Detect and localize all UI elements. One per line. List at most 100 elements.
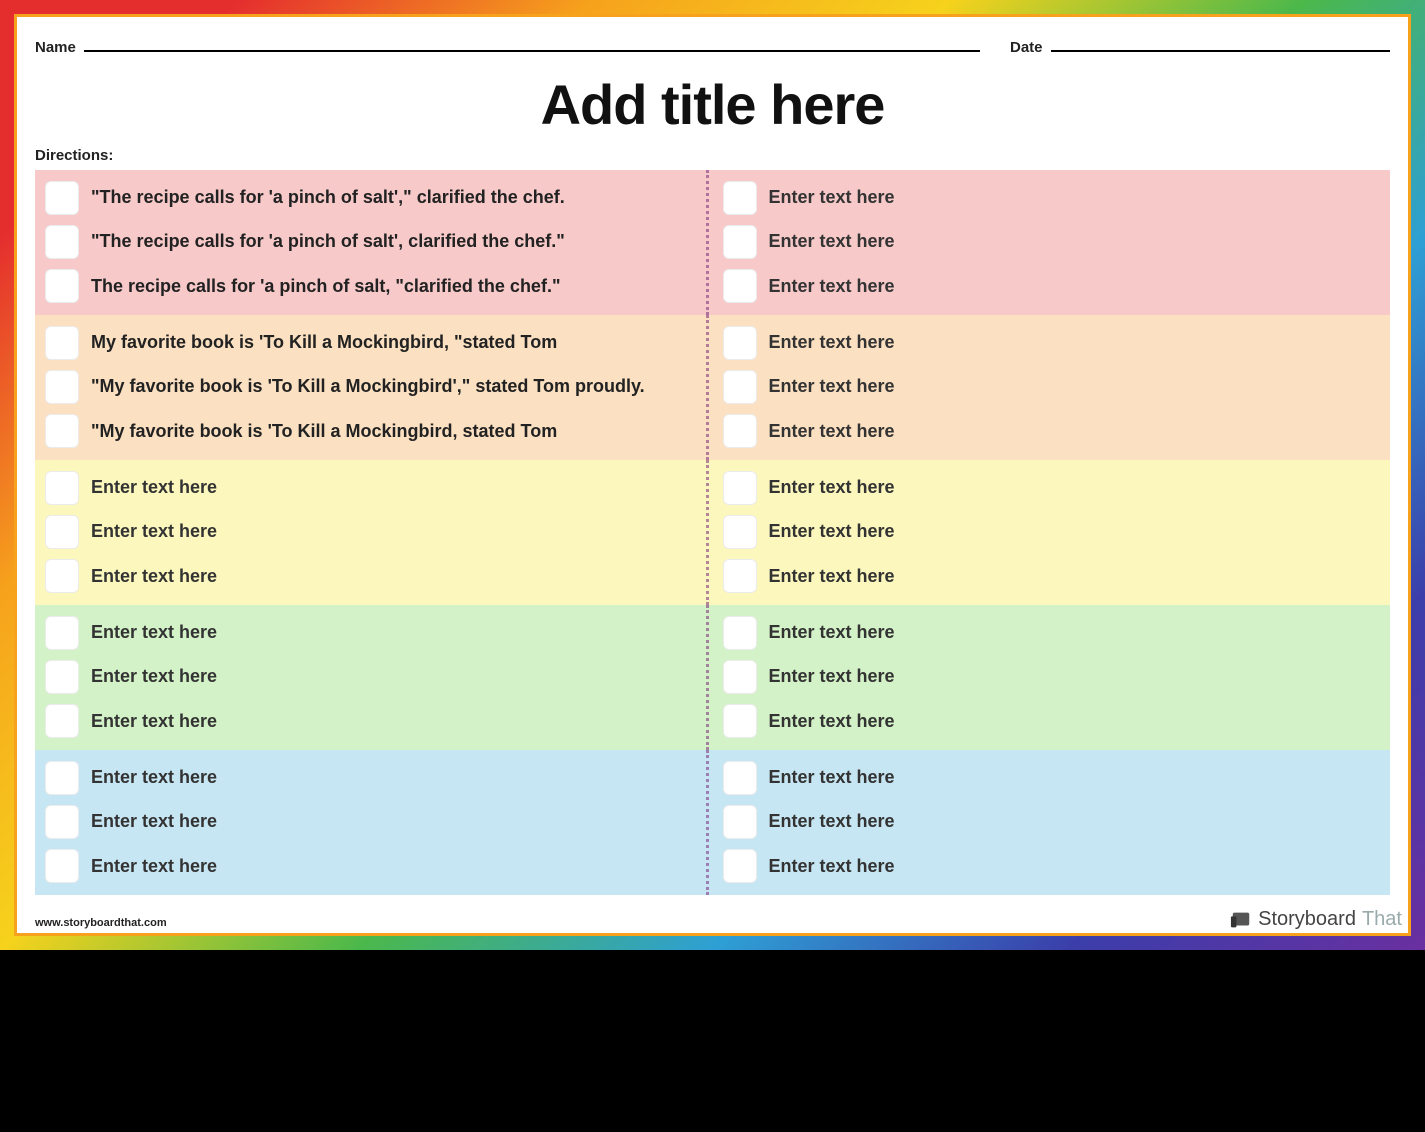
name-field[interactable]: Name	[35, 35, 980, 56]
list-item[interactable]: "My favorite book is 'To Kill a Mockingb…	[45, 414, 695, 448]
list-item[interactable]: Enter text here	[723, 849, 1373, 883]
item-text[interactable]: Enter text here	[769, 477, 895, 499]
band-blue-right: Enter text here Enter text here Enter te…	[713, 750, 1391, 895]
worksheet-title[interactable]: Add title here	[35, 72, 1390, 137]
item-text[interactable]: Enter text here	[91, 811, 217, 833]
list-item[interactable]: "The recipe calls for 'a pinch of salt',…	[45, 225, 695, 259]
checkbox-icon[interactable]	[45, 414, 79, 448]
item-text[interactable]: My favorite book is 'To Kill a Mockingbi…	[91, 332, 557, 354]
item-text[interactable]: Enter text here	[769, 376, 895, 398]
list-item[interactable]: Enter text here	[723, 616, 1373, 650]
date-label: Date	[1010, 39, 1043, 56]
list-item[interactable]: Enter text here	[45, 616, 695, 650]
item-text[interactable]: Enter text here	[91, 566, 217, 588]
item-text[interactable]: Enter text here	[769, 187, 895, 209]
checkbox-icon[interactable]	[45, 326, 79, 360]
checkbox-icon[interactable]	[45, 660, 79, 694]
list-item[interactable]: Enter text here	[723, 515, 1373, 549]
list-item[interactable]: Enter text here	[45, 849, 695, 883]
item-text[interactable]: Enter text here	[769, 767, 895, 789]
item-text[interactable]: Enter text here	[91, 477, 217, 499]
checkbox-icon[interactable]	[723, 559, 757, 593]
item-text[interactable]: Enter text here	[91, 711, 217, 733]
list-item[interactable]: "My favorite book is 'To Kill a Mockingb…	[45, 370, 695, 404]
checkbox-icon[interactable]	[723, 761, 757, 795]
list-item[interactable]: Enter text here	[45, 559, 695, 593]
list-item[interactable]: Enter text here	[723, 269, 1373, 303]
checkbox-icon[interactable]	[45, 269, 79, 303]
item-text[interactable]: Enter text here	[91, 856, 217, 878]
checkbox-icon[interactable]	[723, 849, 757, 883]
band-pink: "The recipe calls for 'a pinch of salt',…	[35, 170, 1390, 315]
checkbox-icon[interactable]	[723, 414, 757, 448]
item-text[interactable]: "My favorite book is 'To Kill a Mockingb…	[91, 421, 557, 443]
checkbox-icon[interactable]	[45, 181, 79, 215]
checkbox-icon[interactable]	[45, 471, 79, 505]
checkbox-icon[interactable]	[723, 181, 757, 215]
item-text[interactable]: Enter text here	[769, 622, 895, 644]
item-text[interactable]: Enter text here	[769, 332, 895, 354]
checkbox-icon[interactable]	[723, 704, 757, 738]
list-item[interactable]: "The recipe calls for 'a pinch of salt',…	[45, 181, 695, 215]
list-item[interactable]: Enter text here	[45, 660, 695, 694]
list-item[interactable]: The recipe calls for 'a pinch of salt, "…	[45, 269, 695, 303]
checkbox-icon[interactable]	[45, 704, 79, 738]
name-input-line[interactable]	[84, 35, 980, 52]
list-item[interactable]: Enter text here	[45, 515, 695, 549]
checkbox-icon[interactable]	[45, 616, 79, 650]
item-text[interactable]: Enter text here	[769, 711, 895, 733]
list-item[interactable]: Enter text here	[723, 181, 1373, 215]
checkbox-icon[interactable]	[45, 559, 79, 593]
list-item[interactable]: Enter text here	[723, 704, 1373, 738]
list-item[interactable]: Enter text here	[45, 704, 695, 738]
checkbox-icon[interactable]	[45, 370, 79, 404]
list-item[interactable]: Enter text here	[723, 660, 1373, 694]
item-text[interactable]: "My favorite book is 'To Kill a Mockingb…	[91, 376, 645, 398]
checkbox-icon[interactable]	[723, 269, 757, 303]
checkbox-icon[interactable]	[45, 849, 79, 883]
item-text[interactable]: The recipe calls for 'a pinch of salt, "…	[91, 276, 560, 298]
item-text[interactable]: Enter text here	[769, 811, 895, 833]
checkbox-icon[interactable]	[723, 225, 757, 259]
column-divider	[706, 750, 709, 895]
list-item[interactable]: Enter text here	[723, 805, 1373, 839]
item-text[interactable]: Enter text here	[769, 421, 895, 443]
band-yellow-right: Enter text here Enter text here Enter te…	[713, 460, 1391, 605]
checkbox-icon[interactable]	[45, 805, 79, 839]
item-text[interactable]: Enter text here	[91, 767, 217, 789]
checkbox-icon[interactable]	[45, 515, 79, 549]
item-text[interactable]: Enter text here	[769, 666, 895, 688]
list-item[interactable]: Enter text here	[45, 805, 695, 839]
list-item[interactable]: My favorite book is 'To Kill a Mockingbi…	[45, 326, 695, 360]
checkbox-icon[interactable]	[723, 326, 757, 360]
list-item[interactable]: Enter text here	[723, 326, 1373, 360]
item-text[interactable]: Enter text here	[769, 856, 895, 878]
checkbox-icon[interactable]	[45, 761, 79, 795]
list-item[interactable]: Enter text here	[723, 225, 1373, 259]
date-input-line[interactable]	[1051, 35, 1390, 52]
checkbox-icon[interactable]	[45, 225, 79, 259]
list-item[interactable]: Enter text here	[723, 761, 1373, 795]
checkbox-icon[interactable]	[723, 805, 757, 839]
item-text[interactable]: Enter text here	[91, 521, 217, 543]
item-text[interactable]: "The recipe calls for 'a pinch of salt',…	[91, 187, 565, 209]
list-item[interactable]: Enter text here	[45, 761, 695, 795]
list-item[interactable]: Enter text here	[723, 370, 1373, 404]
item-text[interactable]: Enter text here	[91, 666, 217, 688]
item-text[interactable]: Enter text here	[769, 231, 895, 253]
checkbox-icon[interactable]	[723, 471, 757, 505]
list-item[interactable]: Enter text here	[723, 471, 1373, 505]
item-text[interactable]: Enter text here	[769, 521, 895, 543]
item-text[interactable]: Enter text here	[769, 566, 895, 588]
checkbox-icon[interactable]	[723, 616, 757, 650]
item-text[interactable]: Enter text here	[769, 276, 895, 298]
item-text[interactable]: "The recipe calls for 'a pinch of salt',…	[91, 231, 565, 253]
item-text[interactable]: Enter text here	[91, 622, 217, 644]
checkbox-icon[interactable]	[723, 515, 757, 549]
list-item[interactable]: Enter text here	[45, 471, 695, 505]
list-item[interactable]: Enter text here	[723, 414, 1373, 448]
list-item[interactable]: Enter text here	[723, 559, 1373, 593]
checkbox-icon[interactable]	[723, 660, 757, 694]
checkbox-icon[interactable]	[723, 370, 757, 404]
date-field[interactable]: Date	[1010, 35, 1390, 56]
